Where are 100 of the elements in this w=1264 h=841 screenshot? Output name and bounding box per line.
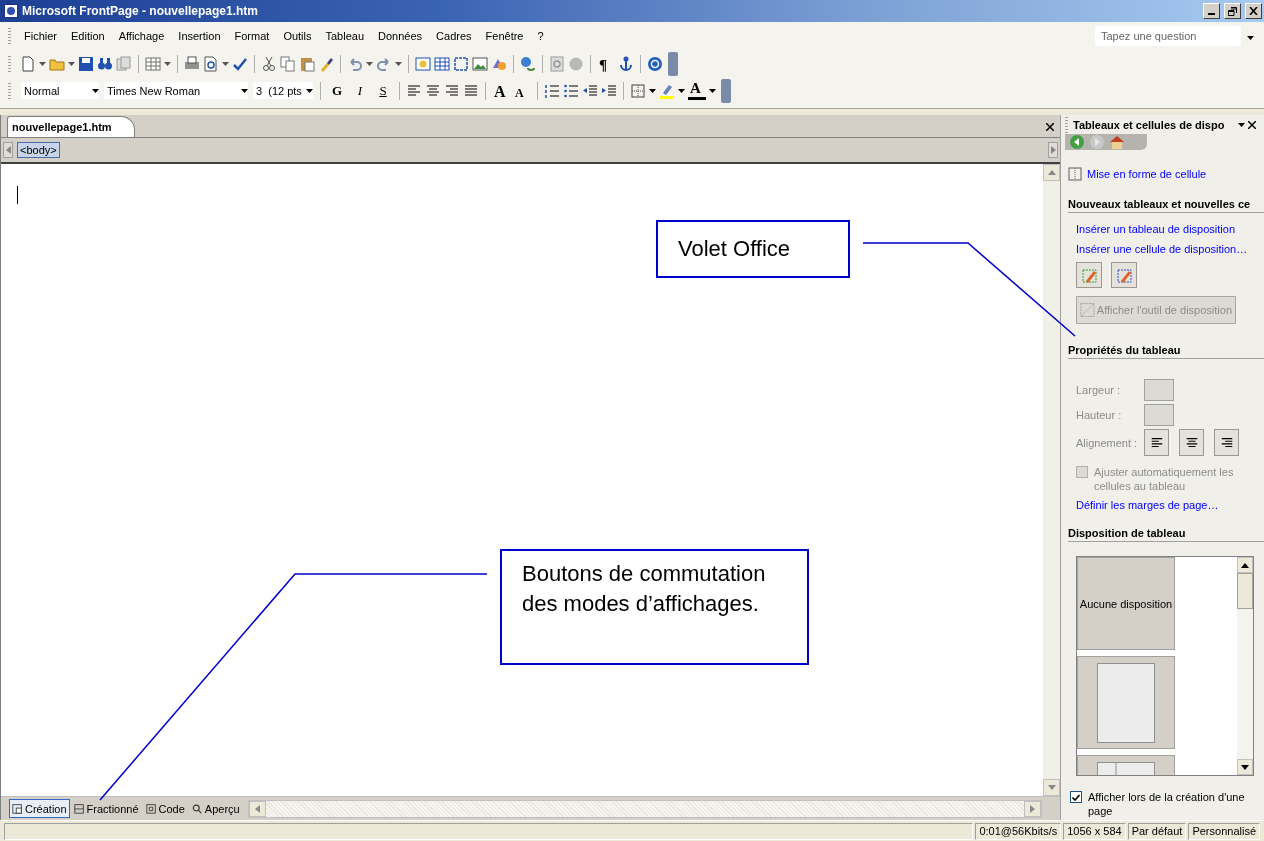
new-page-icon[interactable] [20, 55, 36, 72]
link[interactable]: Insérer un tableau de disposition [1068, 219, 1254, 239]
table-icon[interactable] [145, 55, 161, 72]
strike-button[interactable]: S [373, 80, 393, 101]
undo-icon[interactable] [347, 55, 363, 72]
split-view-icon [73, 803, 85, 814]
grow-font-button[interactable]: A [492, 80, 510, 101]
font-size-dropdown[interactable]: 3 (12 pts [252, 81, 314, 100]
scroll-right-button[interactable] [1048, 142, 1058, 158]
caret-icon[interactable] [678, 88, 685, 93]
align-right-icon[interactable] [444, 82, 460, 99]
page-magnifier-icon[interactable] [203, 55, 219, 72]
caret-icon[interactable] [395, 61, 402, 66]
dropdown-caret-icon[interactable] [1247, 36, 1254, 40]
menu-item[interactable]: Fichier [17, 28, 64, 44]
scissors-icon[interactable] [261, 55, 277, 72]
minimize-button[interactable] [1203, 3, 1220, 19]
caret-icon[interactable] [222, 61, 229, 66]
caret-icon[interactable] [39, 61, 46, 66]
quick-tag[interactable]: <body> [17, 142, 60, 158]
scroll-up-button[interactable] [1237, 557, 1253, 573]
font-dropdown[interactable]: Times New Roman [103, 81, 249, 100]
caret-icon[interactable] [164, 61, 171, 66]
checkbox[interactable] [1070, 791, 1082, 803]
scroll-down-button[interactable] [1237, 759, 1253, 775]
highlighter-icon[interactable] [659, 82, 675, 99]
indent-icon[interactable] [601, 82, 617, 99]
menu-item[interactable]: Cadres [429, 28, 479, 44]
home-icon[interactable] [1109, 134, 1125, 150]
caret-icon[interactable] [709, 88, 716, 93]
shrink-font-button[interactable]: A [513, 80, 531, 101]
layout-option[interactable]: Aucune disposition [1077, 557, 1175, 650]
back-icon[interactable] [1069, 134, 1085, 150]
scroll-thumb[interactable] [1237, 573, 1253, 609]
align-left-icon[interactable] [406, 82, 422, 99]
menu-item[interactable]: Données [371, 28, 430, 44]
draw-cell-button[interactable] [1111, 262, 1137, 288]
caret-icon[interactable] [649, 88, 656, 93]
view-mode-tab[interactable]: Aperçu [188, 799, 243, 818]
caret-icon[interactable] [92, 88, 99, 93]
toolbar-options-button[interactable] [721, 78, 731, 103]
menu-item[interactable]: Outils [276, 28, 319, 44]
align-center-icon[interactable] [425, 82, 441, 99]
justify-icon[interactable] [463, 82, 479, 99]
close-icon[interactable] [1248, 120, 1256, 129]
globe-link-icon[interactable] [520, 55, 536, 72]
cell-format-icon[interactable] [1068, 167, 1082, 181]
menu-item[interactable]: Format [227, 28, 277, 44]
font-color-button[interactable]: A [688, 81, 706, 100]
toolbar-options-button[interactable] [668, 51, 678, 76]
menu-item[interactable]: Affichage [111, 28, 172, 44]
layout-tool-icon [1080, 302, 1095, 318]
paragraph-mark-button[interactable]: ¶ [597, 53, 615, 74]
bullet-list-icon[interactable] [563, 82, 579, 99]
bold-button[interactable]: G [327, 80, 347, 101]
menu-item[interactable]: Edition [64, 28, 112, 44]
document-tab[interactable]: nouvellepage1.htm [7, 116, 135, 137]
draw-table-button[interactable] [1076, 262, 1102, 288]
link[interactable]: Insérer une cellule de disposition… [1068, 239, 1254, 259]
menu-item[interactable]: ? [530, 28, 551, 44]
layout-option[interactable] [1077, 656, 1175, 749]
close-button[interactable] [1245, 3, 1262, 19]
view-mode-tab[interactable]: Création [9, 799, 70, 818]
restore-button[interactable] [1224, 3, 1241, 19]
caret-icon[interactable] [306, 88, 313, 93]
view-mode-tab[interactable]: Fractionné [70, 799, 142, 818]
caret-icon[interactable] [241, 88, 248, 93]
link[interactable]: Mise en forme de cellule [1087, 164, 1207, 184]
frame-icon[interactable] [453, 55, 469, 72]
caret-icon[interactable] [68, 61, 75, 66]
copy-icon[interactable] [280, 55, 296, 72]
border-icon[interactable] [630, 82, 646, 99]
picture-icon[interactable] [472, 55, 488, 72]
table-icon[interactable] [434, 55, 450, 72]
brush-icon[interactable] [318, 55, 334, 72]
printer-icon[interactable] [184, 55, 200, 72]
menu-item[interactable]: Insertion [171, 28, 228, 44]
view-mode-tab[interactable]: Code [142, 799, 188, 818]
page-refresh-icon[interactable] [549, 55, 565, 72]
scroll-right-button[interactable] [1024, 800, 1041, 817]
clipboard-icon[interactable] [299, 55, 315, 72]
caret-icon[interactable] [366, 61, 373, 66]
numbered-list-icon[interactable] [544, 82, 560, 99]
component-icon[interactable] [415, 55, 431, 72]
binoculars-icon[interactable] [97, 55, 113, 72]
menu-item[interactable]: Fenêtre [478, 28, 531, 44]
vertical-scrollbar[interactable] [1237, 557, 1253, 775]
horizontal-scrollbar[interactable] [247, 799, 1042, 818]
outdent-icon[interactable] [582, 82, 598, 99]
redo-icon[interactable] [376, 55, 392, 72]
section-heading: Disposition de tableau [1068, 527, 1264, 542]
style-dropdown[interactable]: Normal [20, 81, 100, 100]
question-field[interactable]: Tapez une question [1095, 26, 1241, 46]
italic-button[interactable]: I [350, 80, 370, 101]
anchor-icon[interactable] [618, 55, 634, 72]
dropdown-caret-icon[interactable] [1238, 122, 1245, 127]
scroll-left-button[interactable] [3, 142, 13, 158]
help-icon[interactable] [647, 55, 663, 72]
scroll-left-button[interactable] [248, 800, 266, 817]
menu-item[interactable]: Tableau [318, 28, 372, 44]
